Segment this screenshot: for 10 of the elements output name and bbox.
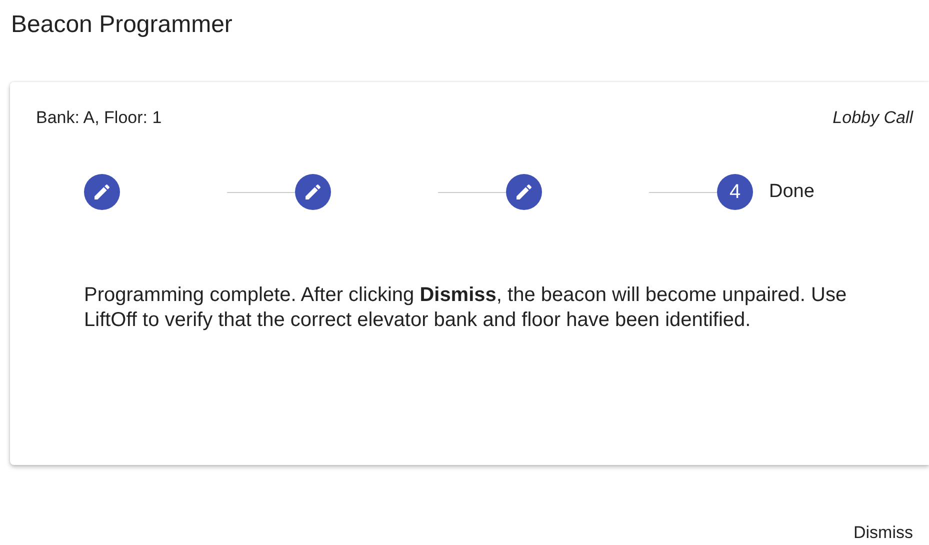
- dismiss-button[interactable]: Dismiss: [846, 517, 921, 545]
- message-text: Programming complete. After clicking Dismiss, the beacon will become unpaired. Use LiftOff to verify that the correct elevator bank and floor have been identified.: [84, 283, 848, 333]
- step-number: 4: [717, 174, 753, 210]
- call-type-text: Lobby Call: [832, 108, 913, 128]
- location-text: Bank: A, Floor: 1: [36, 108, 162, 128]
- step-label: Done: [769, 181, 814, 203]
- step-edit-icon: [506, 174, 542, 210]
- step-edit-icon: [84, 174, 120, 210]
- page-title: Beacon Programmer: [10, 10, 234, 40]
- step-edit-icon: [295, 174, 331, 210]
